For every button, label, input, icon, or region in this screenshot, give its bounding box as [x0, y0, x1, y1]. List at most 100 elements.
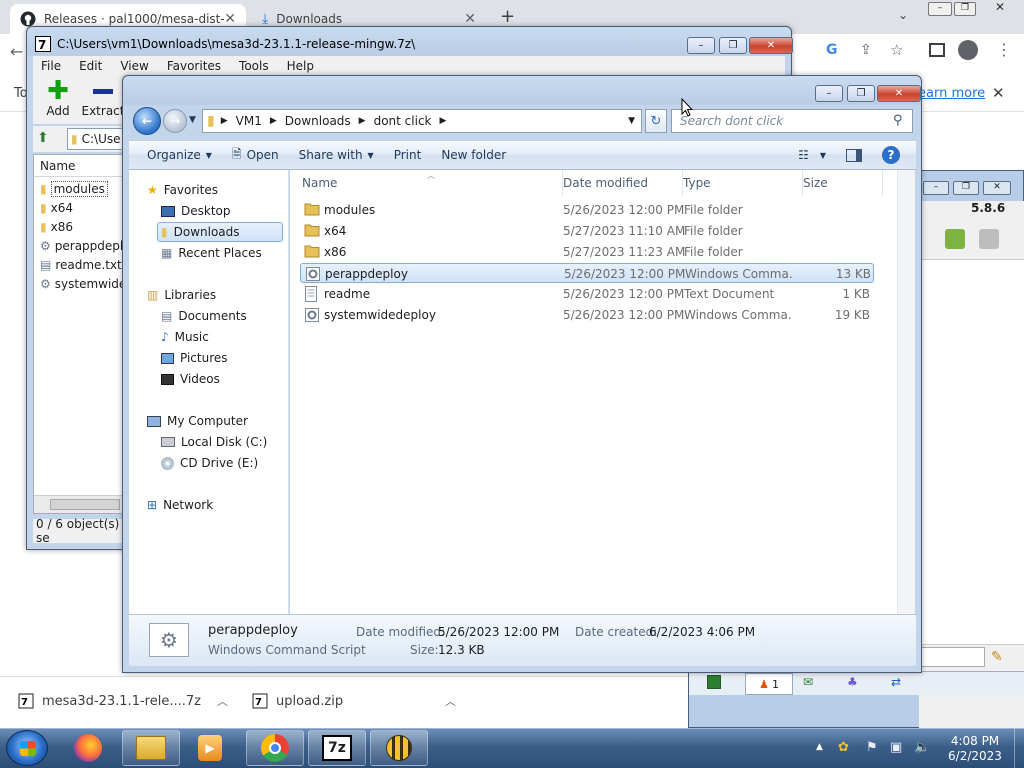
trash-icon[interactable]	[979, 229, 999, 249]
breadcrumb-vm1[interactable]: VM1	[236, 114, 262, 128]
menu-favorites[interactable]: Favorites	[167, 59, 221, 73]
breadcrumb-separator-icon[interactable]: ▶	[270, 116, 277, 126]
browser-maximize-button[interactable]: ❐	[954, 2, 976, 16]
nav-my-computer[interactable]: My Computer	[147, 411, 248, 431]
close-tab-icon[interactable]: ✕	[464, 11, 476, 27]
network-tray-icon[interactable]: ▣	[890, 740, 902, 755]
list-item[interactable]: ▤ readme.txt	[34, 255, 132, 274]
open-button[interactable]: 🗎 Open	[222, 141, 289, 169]
refresh-icon[interactable]: ↻	[645, 109, 667, 133]
name-column-header[interactable]: Name	[34, 155, 132, 177]
tab-search-icon[interactable]: ⌄	[898, 8, 908, 22]
new-folder-button[interactable]: New folder	[431, 141, 516, 169]
nav-documents[interactable]: ▤ Documents	[161, 306, 247, 326]
send-icon[interactable]: ✎	[991, 649, 1003, 665]
close-button[interactable]: ✕	[749, 37, 793, 54]
media-player-taskbar-icon[interactable]: ▶	[190, 732, 230, 764]
bookmark-star-icon[interactable]: ☆	[890, 41, 903, 59]
system-clock[interactable]: 4:08 PM 6/2/2023	[940, 734, 1010, 764]
recent-pages-chevron-icon[interactable]: ▼	[189, 115, 196, 125]
search-icon[interactable]: ⚲	[893, 113, 903, 128]
nav-favorites[interactable]: ★ Favorites	[147, 180, 218, 200]
nav-network[interactable]: ⊞ Network	[147, 495, 213, 515]
nav-music[interactable]: ♪ Music	[161, 327, 209, 347]
profile-avatar-icon[interactable]	[958, 40, 978, 60]
nav-recent-places[interactable]: ▦ Recent Places	[161, 243, 262, 263]
file-row[interactable]: perappdeploy 5/26/2023 12:00 PM Windows Co…	[300, 263, 874, 283]
maximize-button[interactable]: ❐	[953, 181, 979, 195]
share-with-button[interactable]: Share with ▼	[289, 141, 384, 169]
chat-icon[interactable]: ✉	[803, 675, 813, 689]
browser-menu-icon[interactable]: ⋮	[996, 40, 1012, 59]
chevron-up-icon[interactable]: ︿	[217, 693, 228, 709]
share-icon[interactable]: ⇪	[860, 42, 872, 58]
file-row[interactable]: systemwidedeploy 5/26/2023 12:00 PM Window…	[300, 305, 874, 325]
chrome-taskbar-button[interactable]	[246, 730, 304, 766]
name-column-header[interactable]: Name	[302, 176, 337, 190]
print-button[interactable]: Print	[384, 141, 432, 169]
firefox-taskbar-icon[interactable]	[68, 732, 108, 764]
close-button[interactable]: ✕	[983, 181, 1011, 195]
nav-cd-drive[interactable]: CD Drive (E:)	[161, 453, 258, 473]
list-item[interactable]: ▮ x86	[34, 217, 132, 236]
change-view-button[interactable]: ☷ ▼	[788, 141, 836, 169]
maximize-button[interactable]: ❐	[847, 85, 875, 102]
nav-videos[interactable]: Videos	[161, 369, 220, 389]
breadcrumb-separator-icon[interactable]: ▶	[440, 116, 447, 126]
breadcrumb-separator-icon[interactable]: ▶	[359, 116, 366, 126]
file-row[interactable]: readme 5/26/2023 12:00 PM Text Document 1 K…	[300, 284, 874, 304]
menu-file[interactable]: File	[41, 59, 61, 73]
maximize-button[interactable]: ❐	[719, 37, 747, 54]
close-button[interactable]: ✕	[877, 85, 921, 102]
group-icon[interactable]: ♣	[847, 675, 858, 689]
file-row[interactable]: x86 5/27/2023 11:23 AM File folder	[300, 242, 874, 262]
nav-local-disk[interactable]: Local Disk (C:)	[161, 432, 267, 452]
transfer-icon[interactable]: ⇄	[891, 675, 901, 689]
download-item-upload[interactable]: 7 upload.zip ︿	[252, 686, 456, 716]
back-arrow-icon[interactable]: ←	[133, 107, 161, 135]
type-column-header[interactable]: Type	[683, 176, 711, 190]
learn-more-link[interactable]: earn more	[918, 86, 985, 101]
list-item[interactable]: ⚙ perappdeplo	[34, 236, 132, 255]
minimize-button[interactable]: –	[687, 37, 715, 54]
preview-pane-button[interactable]	[836, 141, 872, 169]
forward-arrow-icon[interactable]: →	[163, 109, 187, 133]
nav-pictures[interactable]: Pictures	[161, 348, 228, 368]
explorer-taskbar-button[interactable]	[122, 730, 180, 766]
menu-view[interactable]: View	[120, 59, 148, 73]
minimize-button[interactable]: –	[815, 85, 843, 102]
add-button[interactable]: ✚ Add	[39, 78, 77, 118]
message-input[interactable]	[919, 647, 985, 667]
horizontal-scrollbar[interactable]	[34, 495, 132, 513]
browser-close-button[interactable]: ✕	[980, 0, 1020, 16]
breadcrumb-dont-click[interactable]: dont click	[374, 114, 432, 128]
search-input[interactable]: Search dont click	[671, 109, 913, 133]
update-icon[interactable]	[945, 229, 965, 249]
nav-desktop[interactable]: Desktop	[161, 201, 231, 221]
list-item[interactable]: ▮ x64	[34, 198, 132, 217]
app-taskbar-button[interactable]	[370, 730, 428, 766]
menu-edit[interactable]: Edit	[79, 59, 102, 73]
action-center-flag-icon[interactable]: ⚑	[866, 740, 878, 755]
minimize-button[interactable]: –	[923, 181, 949, 195]
nav-libraries[interactable]: ▥ Libraries	[147, 285, 216, 305]
address-bar[interactable]: ▮ ▶ VM1 ▶ Downloads ▶ dont click ▶ ▼	[202, 109, 642, 133]
back-arrow-icon[interactable]: ←	[10, 42, 23, 61]
new-tab-button[interactable]: +	[500, 6, 515, 27]
organize-button[interactable]: Organize ▼	[137, 141, 222, 169]
menu-tools[interactable]: Tools	[239, 59, 269, 73]
close-tab-icon[interactable]: ✕	[224, 11, 236, 27]
sevenzip-taskbar-button[interactable]: 7z	[308, 730, 366, 766]
help-button[interactable]: ?	[872, 141, 910, 169]
download-item-mesa[interactable]: 7 mesa3d-23.1.1-rele....7z ︿	[18, 686, 228, 716]
google-icon[interactable]: G	[826, 42, 838, 58]
start-button[interactable]	[6, 730, 48, 766]
show-hidden-icons-chevron-icon[interactable]: ▲	[816, 742, 823, 752]
breadcrumb-downloads[interactable]: Downloads	[285, 114, 351, 128]
size-column-header[interactable]: Size	[803, 176, 828, 190]
tray-bee-icon[interactable]: ✿	[838, 740, 849, 755]
nav-downloads[interactable]: ▮ Downloads	[157, 222, 283, 242]
vertical-scrollbar[interactable]	[897, 170, 915, 614]
side-panel-icon[interactable]	[929, 43, 945, 57]
browser-minimize-button[interactable]: –	[928, 2, 952, 16]
